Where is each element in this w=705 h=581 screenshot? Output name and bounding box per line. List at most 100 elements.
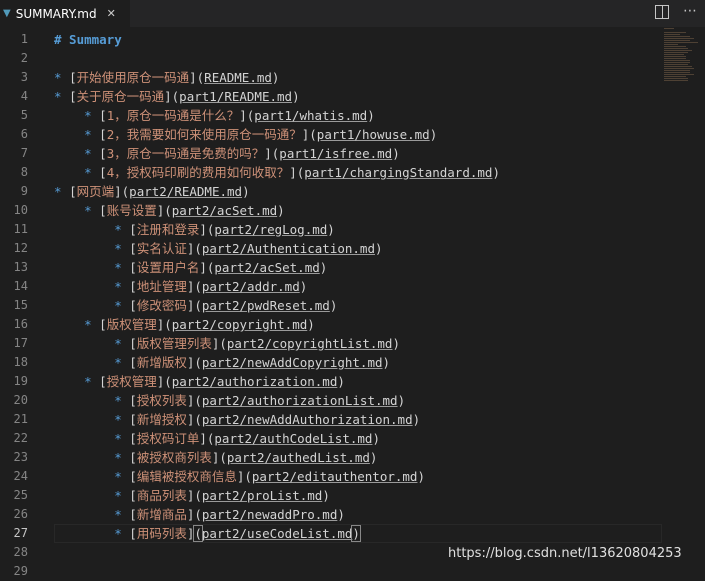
editor-line[interactable]: 18 * [新增版权](part2/newAddCopyright.md) — [0, 353, 662, 372]
line-code: * [新增版权](part2/newAddCopyright.md) — [54, 353, 390, 372]
link-paren: ( — [194, 393, 202, 408]
more-actions-icon[interactable]: ⋯ — [683, 4, 697, 19]
minimap-row — [664, 66, 692, 67]
link-label: 实名认证 — [136, 241, 187, 256]
editor-line[interactable]: 10 * [账号设置](part2/acSet.md) — [0, 201, 662, 220]
list-bullet: * — [84, 127, 100, 142]
line-number: 8 — [20, 165, 28, 179]
link-bracket: [ — [99, 165, 107, 180]
link-label: 网页端 — [76, 184, 115, 199]
line-number: 23 — [13, 450, 28, 464]
close-icon[interactable]: ✕ — [107, 7, 116, 20]
link-url: part1/README.md — [179, 89, 293, 104]
line-code: * [账号设置](part2/acSet.md) — [54, 201, 285, 220]
editor-line[interactable]: 20 * [授权列表](part2/authorizationList.md) — [0, 391, 662, 410]
editor-line[interactable]: 13 * [设置用户名](part2/acSet.md) — [0, 258, 662, 277]
editor-line[interactable]: 11 * [注册和登录](part2/regLog.md) — [0, 220, 662, 239]
tab-summary-md[interactable]: ▼ SUMMARY.md ✕ — [0, 0, 130, 27]
list-bullet: * — [84, 165, 100, 180]
link-label: 4，授权码印刷的费用如何收取？ — [106, 165, 290, 180]
link-bracket: [ — [129, 507, 137, 522]
link-label: 地址管理 — [136, 279, 187, 294]
link-paren: ( — [219, 336, 227, 351]
link-bracket: [ — [99, 127, 107, 142]
editor-line[interactable]: 21 * [新增授权](part2/newAddAuthorization.md… — [0, 410, 662, 429]
editor-line[interactable]: 8 * [4，授权码印刷的费用如何收取？](part1/chargingStan… — [0, 163, 662, 182]
line-number: 13 — [13, 260, 28, 274]
link-bracket: [ — [129, 526, 137, 541]
list-bullet: * — [84, 203, 100, 218]
editor-line[interactable]: 25 * [商品列表](part2/proList.md) — [0, 486, 662, 505]
editor-line[interactable]: 19 * [授权管理](part2/authorization.md) — [0, 372, 662, 391]
link-url: part1/isfree.md — [279, 146, 393, 161]
line-code: * [授权管理](part2/authorization.md) — [54, 372, 345, 391]
editor-line[interactable]: 3 * [开始使用原仓一码通](README.md) — [0, 68, 662, 87]
minimap-row — [664, 60, 690, 61]
link-label: 版权管理 — [106, 317, 157, 332]
split-editor-icon[interactable] — [655, 5, 669, 19]
link-paren: ) — [329, 298, 338, 313]
editor-line[interactable]: 9 * [网页端](part2/README.md) — [0, 182, 662, 201]
link-paren: ( — [194, 298, 202, 313]
link-url: part2/authorizationList.md — [201, 393, 398, 408]
link-paren: ) — [319, 260, 328, 275]
link-label: 设置用户名 — [136, 260, 200, 275]
minimap[interactable] — [664, 28, 700, 81]
vertical-scrollbar[interactable] — [700, 27, 705, 575]
link-label: 授权列表 — [136, 393, 187, 408]
link-bracket: [ — [129, 431, 137, 446]
editor-line[interactable]: 26 * [新增商品](part2/newaddPro.md) — [0, 505, 662, 524]
watermark: https://blog.csdn.net/l13620804253 — [448, 546, 682, 561]
link-bracket: ] — [114, 184, 122, 199]
link-paren: ) — [417, 469, 425, 484]
link-paren: ( — [194, 355, 202, 370]
editor-line[interactable]: 17 * [版权管理列表](part2/copyrightList.md) — [0, 334, 662, 353]
tab-label: SUMMARY.md — [15, 6, 97, 21]
link-paren: ) — [242, 184, 250, 199]
link-label: 账号设置 — [106, 203, 157, 218]
line-number: 1 — [20, 32, 28, 46]
editor-line[interactable]: 15 * [修改密码](part2/pwdReset.md) — [0, 296, 662, 315]
link-bracket: [ — [99, 146, 107, 161]
editor-line[interactable]: 6 * [2，我需要如何来使用原仓一码通？](part1/howuse.md) — [0, 125, 662, 144]
list-bullet: * — [54, 184, 70, 199]
editor-line[interactable]: 22 * [授权码订单](part2/authCodeList.md) — [0, 429, 662, 448]
editor-line[interactable]: 2 — [0, 49, 662, 68]
editor-area[interactable]: 1 # Summary 2 3 * [开始使用原仓一码通](README.md) 4 * [… — [0, 27, 705, 578]
editor-line[interactable]: 23 * [被授权商列表](part2/authedList.md) — [0, 448, 662, 467]
link-paren: ) — [392, 146, 400, 161]
link-url: part2/authCodeList.md — [214, 431, 373, 446]
editor-line[interactable]: 4 * [关于原仓一码通](part1/README.md) — [0, 87, 662, 106]
link-label: 修改密码 — [136, 298, 187, 313]
link-bracket: [ — [99, 108, 107, 123]
link-paren: ) — [337, 374, 345, 389]
minimap-row — [664, 34, 680, 35]
editor-line[interactable]: 16 * [版权管理](part2/copyright.md) — [0, 315, 662, 334]
line-code: * [网页端](part2/README.md) — [54, 182, 250, 201]
list-bullet: * — [114, 393, 130, 408]
line-number: 9 — [20, 184, 28, 198]
editor-line[interactable]: 12 * [实名认证](part2/Authentication.md) — [0, 239, 662, 258]
link-bracket: [ — [129, 298, 137, 313]
link-url: part2/regLog.md — [214, 222, 328, 237]
line-number: 19 — [13, 374, 28, 388]
link-bracket: [ — [129, 260, 137, 275]
line-code: * [设置用户名](part2/acSet.md) — [54, 258, 327, 277]
link-bracket: [ — [129, 412, 137, 427]
editor-line[interactable]: 27 * [用码列表](part2/useCodeList.md) — [0, 524, 662, 543]
editor-line[interactable]: 5 * [1，原仓一码通是什么？](part1/whatis.md) — [0, 106, 662, 125]
editor-line[interactable]: 29 — [0, 562, 662, 581]
editor-line[interactable]: 24 * [编辑被授权商信息](part2/editauthentor.md) — [0, 467, 662, 486]
line-code: * [被授权商列表](part2/authedList.md) — [54, 448, 377, 467]
editor-line[interactable]: 7 * [3，原仓一码通是免费的吗？](part1/isfree.md) — [0, 144, 662, 163]
editor-line[interactable]: 14 * [地址管理](part2/addr.md) — [0, 277, 662, 296]
link-paren: ( — [309, 127, 317, 142]
editor-line[interactable]: 1 # Summary — [0, 30, 662, 49]
link-paren: ( — [164, 203, 172, 218]
minimap-row — [664, 74, 694, 75]
